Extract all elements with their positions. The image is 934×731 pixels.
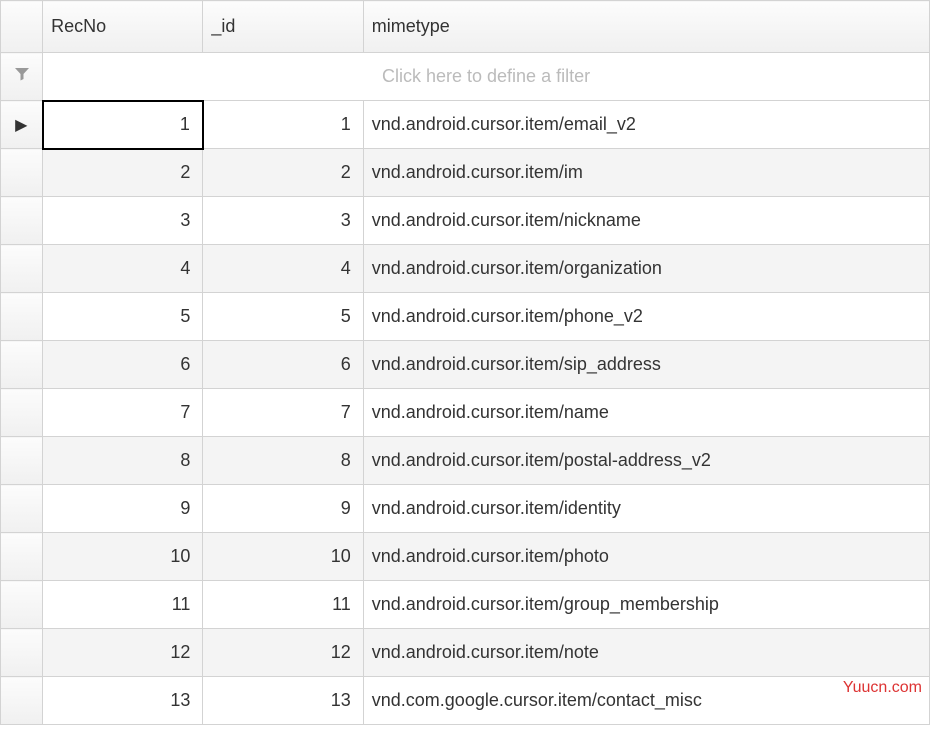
cell-recno[interactable]: 4	[43, 245, 203, 293]
table-row[interactable]: 1111vnd.android.cursor.item/group_member…	[1, 581, 930, 629]
cell-mimetype[interactable]: vnd.android.cursor.item/identity	[363, 485, 929, 533]
table-row[interactable]: 44vnd.android.cursor.item/organization	[1, 245, 930, 293]
cell-recno[interactable]: 9	[43, 485, 203, 533]
column-header-indicator[interactable]	[1, 1, 43, 53]
row-indicator-cell	[1, 629, 43, 677]
cell-recno[interactable]: 13	[43, 677, 203, 725]
table-row[interactable]: ▶11vnd.android.cursor.item/email_v2	[1, 101, 930, 149]
row-indicator-cell	[1, 245, 43, 293]
cell-mimetype[interactable]: vnd.android.cursor.item/phone_v2	[363, 293, 929, 341]
cell-mimetype[interactable]: vnd.android.cursor.item/sip_address	[363, 341, 929, 389]
cell-recno[interactable]: 10	[43, 533, 203, 581]
row-indicator-cell	[1, 197, 43, 245]
cell-recno[interactable]: 2	[43, 149, 203, 197]
row-indicator-cell	[1, 533, 43, 581]
cell-mimetype[interactable]: vnd.com.google.cursor.item/contact_misc	[363, 677, 929, 725]
cell-id[interactable]: 1	[203, 101, 363, 149]
cell-id[interactable]: 6	[203, 341, 363, 389]
cell-recno[interactable]: 3	[43, 197, 203, 245]
cell-id[interactable]: 5	[203, 293, 363, 341]
row-indicator-cell	[1, 389, 43, 437]
cell-id[interactable]: 9	[203, 485, 363, 533]
table-row[interactable]: 1313vnd.com.google.cursor.item/contact_m…	[1, 677, 930, 725]
cell-mimetype[interactable]: vnd.android.cursor.item/nickname	[363, 197, 929, 245]
table-row[interactable]: 1010vnd.android.cursor.item/photo	[1, 533, 930, 581]
filter-placeholder[interactable]: Click here to define a filter	[43, 53, 930, 101]
cell-recno[interactable]: 5	[43, 293, 203, 341]
row-indicator-cell	[1, 581, 43, 629]
filter-row[interactable]: Click here to define a filter	[1, 53, 930, 101]
filter-icon	[14, 66, 30, 85]
filter-indicator-cell	[1, 53, 43, 101]
cell-id[interactable]: 8	[203, 437, 363, 485]
row-indicator-cell	[1, 485, 43, 533]
cell-id[interactable]: 7	[203, 389, 363, 437]
table-row[interactable]: 66vnd.android.cursor.item/sip_address	[1, 341, 930, 389]
cell-mimetype[interactable]: vnd.android.cursor.item/name	[363, 389, 929, 437]
cell-id[interactable]: 11	[203, 581, 363, 629]
cell-id[interactable]: 12	[203, 629, 363, 677]
cell-recno[interactable]: 1	[43, 101, 203, 149]
row-indicator-cell: ▶	[1, 101, 43, 149]
row-indicator-cell	[1, 677, 43, 725]
cell-id[interactable]: 10	[203, 533, 363, 581]
cell-id[interactable]: 3	[203, 197, 363, 245]
cell-mimetype[interactable]: vnd.android.cursor.item/im	[363, 149, 929, 197]
cell-recno[interactable]: 12	[43, 629, 203, 677]
table-row[interactable]: 1212vnd.android.cursor.item/note	[1, 629, 930, 677]
row-indicator-cell	[1, 341, 43, 389]
cell-mimetype[interactable]: vnd.android.cursor.item/group_membership	[363, 581, 929, 629]
data-grid[interactable]: RecNo _id mimetype Click here to define …	[0, 0, 930, 725]
cell-mimetype[interactable]: vnd.android.cursor.item/organization	[363, 245, 929, 293]
row-pointer-icon: ▶	[15, 115, 27, 135]
cell-id[interactable]: 2	[203, 149, 363, 197]
cell-recno[interactable]: 7	[43, 389, 203, 437]
table-row[interactable]: 33vnd.android.cursor.item/nickname	[1, 197, 930, 245]
cell-id[interactable]: 13	[203, 677, 363, 725]
column-header-row: RecNo _id mimetype	[1, 1, 930, 53]
table-row[interactable]: 77vnd.android.cursor.item/name	[1, 389, 930, 437]
table-row[interactable]: 99vnd.android.cursor.item/identity	[1, 485, 930, 533]
data-body: ▶11vnd.android.cursor.item/email_v222vnd…	[1, 101, 930, 725]
cell-mimetype[interactable]: vnd.android.cursor.item/note	[363, 629, 929, 677]
cell-recno[interactable]: 8	[43, 437, 203, 485]
table-row[interactable]: 88vnd.android.cursor.item/postal-address…	[1, 437, 930, 485]
cell-mimetype[interactable]: vnd.android.cursor.item/email_v2	[363, 101, 929, 149]
row-indicator-cell	[1, 149, 43, 197]
column-header-recno[interactable]: RecNo	[43, 1, 203, 53]
column-header-mimetype[interactable]: mimetype	[363, 1, 929, 53]
cell-id[interactable]: 4	[203, 245, 363, 293]
cell-mimetype[interactable]: vnd.android.cursor.item/photo	[363, 533, 929, 581]
table-row[interactable]: 55vnd.android.cursor.item/phone_v2	[1, 293, 930, 341]
cell-recno[interactable]: 11	[43, 581, 203, 629]
cell-recno[interactable]: 6	[43, 341, 203, 389]
row-indicator-cell	[1, 293, 43, 341]
table-row[interactable]: 22vnd.android.cursor.item/im	[1, 149, 930, 197]
cell-mimetype[interactable]: vnd.android.cursor.item/postal-address_v…	[363, 437, 929, 485]
row-indicator-cell	[1, 437, 43, 485]
column-header-id[interactable]: _id	[203, 1, 363, 53]
